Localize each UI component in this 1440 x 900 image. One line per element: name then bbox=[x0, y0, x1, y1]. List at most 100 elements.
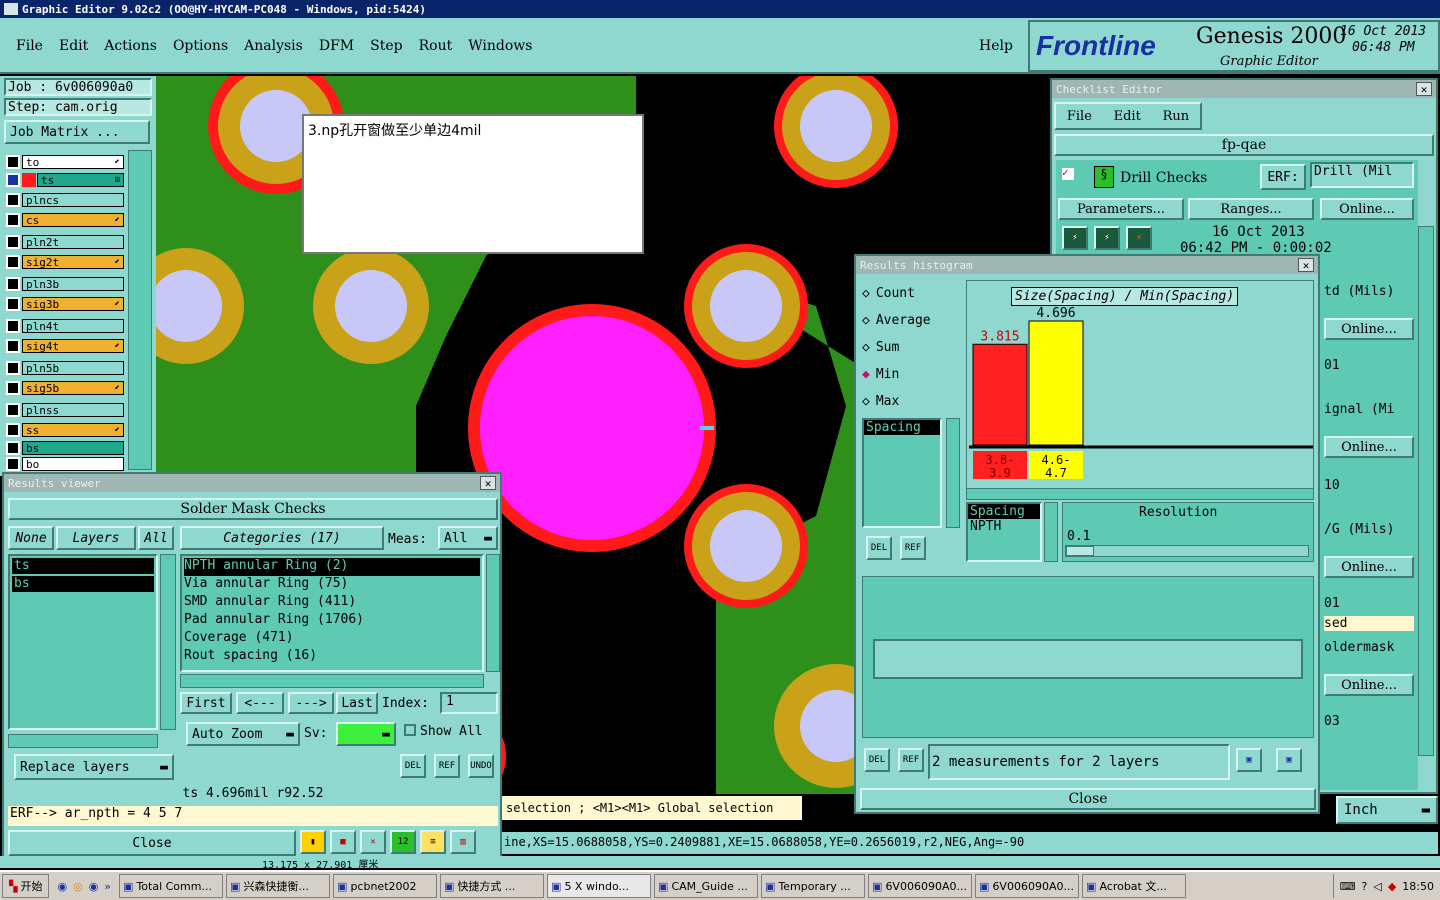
menu-rout[interactable]: Rout bbox=[419, 38, 453, 54]
left-scroll[interactable] bbox=[128, 150, 152, 470]
units-select[interactable]: Inch ▬ bbox=[1336, 796, 1438, 824]
histogram-close-button[interactable]: Close bbox=[860, 788, 1316, 810]
menu-windows[interactable]: Windows bbox=[468, 38, 532, 54]
del-icon[interactable]: DEL bbox=[400, 754, 426, 778]
layer-checkbox[interactable] bbox=[6, 319, 20, 333]
hist-del-icon[interactable]: DEL bbox=[866, 536, 892, 560]
online-button-5[interactable]: Online... bbox=[1324, 674, 1414, 696]
layer-checkbox[interactable] bbox=[6, 403, 20, 417]
taskbar-item[interactable]: ▣ 快捷方式 ... bbox=[440, 874, 545, 898]
replace-layers-select[interactable]: Replace layers ▬ bbox=[14, 754, 174, 780]
taskbar-item[interactable]: ▣ Total Comm... bbox=[119, 874, 224, 898]
layer-checkbox[interactable] bbox=[6, 155, 20, 169]
online-button[interactable]: Online... bbox=[1320, 198, 1414, 220]
layer-checkbox[interactable] bbox=[6, 173, 20, 187]
layer-row-ts[interactable]: ts ⊞ bbox=[6, 172, 124, 188]
tray-icon[interactable]: ◆ bbox=[1388, 880, 1396, 893]
online-button-4[interactable]: Online... bbox=[1324, 556, 1414, 578]
layer-row-to[interactable]: to ⬋ bbox=[6, 154, 124, 170]
hist-del-icon-2[interactable]: DEL bbox=[864, 748, 890, 772]
option-count[interactable]: ◇ Count bbox=[862, 280, 962, 307]
layer-row-cs[interactable]: cs ⬋ bbox=[6, 212, 124, 228]
category-list[interactable]: NPTH annular Ring (2) Via annular Ring (… bbox=[180, 554, 484, 672]
counter-icon[interactable]: 12 bbox=[390, 830, 416, 854]
layer-row-sig2t[interactable]: sig2t ⬋ bbox=[6, 254, 124, 270]
layer-checkbox[interactable] bbox=[6, 193, 20, 207]
hist-ref-icon[interactable]: REF bbox=[900, 536, 926, 560]
menu-actions[interactable]: Actions bbox=[104, 38, 157, 54]
index-input[interactable]: 1 bbox=[440, 692, 498, 714]
stop-icon[interactable]: ■ bbox=[330, 830, 356, 854]
layer-row-bo[interactable]: bo bbox=[6, 456, 124, 472]
more-icon[interactable]: » bbox=[104, 880, 111, 893]
first-button[interactable]: First bbox=[180, 692, 232, 714]
drill-check-checkbox[interactable]: ✓ bbox=[1062, 167, 1074, 180]
taskbar-item[interactable]: ▣ 6V006090A0... bbox=[975, 874, 1080, 898]
menu-edit[interactable]: Edit bbox=[59, 38, 88, 54]
cross-icon[interactable]: ✕ bbox=[360, 830, 386, 854]
layer-row-sig5b[interactable]: sig5b ⬋ bbox=[6, 380, 124, 396]
list-item[interactable]: bs bbox=[12, 576, 154, 592]
checklist-scrollbar[interactable] bbox=[1418, 226, 1434, 756]
results-viewer-close-icon[interactable]: ✕ bbox=[480, 476, 496, 490]
none-button[interactable]: None bbox=[8, 526, 54, 550]
taskbar-item[interactable]: ▣ CAM_Guide ... bbox=[654, 874, 759, 898]
ref-icon[interactable]: REF bbox=[434, 754, 460, 778]
layer-checkbox[interactable] bbox=[6, 235, 20, 249]
chart-hscroll[interactable] bbox=[966, 488, 1314, 500]
last-button[interactable]: Last bbox=[336, 692, 378, 714]
notes-icon[interactable]: ≡ bbox=[420, 830, 446, 854]
option-sum[interactable]: ◇ Sum bbox=[862, 334, 962, 361]
categories-button[interactable]: Categories (17) bbox=[180, 526, 384, 550]
layer-row-plnss[interactable]: plnss bbox=[6, 402, 124, 418]
layer-row-pln3b[interactable]: pln3b bbox=[6, 276, 124, 292]
run-step-icon[interactable]: ⚡ bbox=[1094, 226, 1120, 250]
category-item-smd[interactable]: SMD annular Ring (411) bbox=[184, 594, 480, 612]
hist-ref-icon-2[interactable]: REF bbox=[898, 748, 924, 772]
media-icon[interactable]: ◎ bbox=[73, 880, 83, 893]
import-icon[interactable]: ▣ bbox=[1276, 748, 1302, 772]
meas-select[interactable]: All ▬ bbox=[438, 526, 498, 550]
job-matrix-button[interactable]: Job Matrix ... bbox=[4, 120, 150, 144]
category-item-coverage[interactable]: Coverage (471) bbox=[184, 630, 480, 648]
parameters-button[interactable]: Parameters... bbox=[1058, 198, 1184, 220]
layer-checkbox[interactable] bbox=[6, 441, 20, 455]
next-button[interactable]: ---> bbox=[288, 692, 334, 714]
menu-analysis[interactable]: Analysis bbox=[244, 38, 303, 54]
layer-checkbox[interactable] bbox=[6, 339, 20, 353]
layer-checkbox[interactable] bbox=[6, 277, 20, 291]
ie-icon[interactable]: ◉ bbox=[89, 880, 99, 893]
layer-row-ss[interactable]: ss ⬋ bbox=[6, 422, 124, 438]
checklist-menu-edit[interactable]: Edit bbox=[1114, 109, 1141, 124]
volume-icon[interactable]: ◁ bbox=[1373, 880, 1381, 893]
taskbar-item[interactable]: ▣ Acrobat 文... bbox=[1082, 874, 1187, 898]
sv-color-select[interactable]: ▬ bbox=[336, 722, 396, 746]
layer-list-scrollbar[interactable] bbox=[160, 554, 176, 730]
layer-checkbox[interactable] bbox=[6, 297, 20, 311]
option-max[interactable]: ◇ Max bbox=[862, 388, 962, 415]
category-scrollbar[interactable] bbox=[486, 554, 500, 672]
category-item-pad[interactable]: Pad annular Ring (1706) bbox=[184, 612, 480, 630]
taskbar-item[interactable]: ▣ 5 X windo... bbox=[547, 874, 652, 898]
checklist-menu-file[interactable]: File bbox=[1067, 109, 1092, 124]
layer-row-sig4t[interactable]: sig4t ⬋ bbox=[6, 338, 124, 354]
run-stop-icon[interactable]: ⚡ bbox=[1126, 226, 1152, 250]
layer-results-list[interactable]: ts bs bbox=[8, 554, 158, 730]
results-close-button[interactable]: Close bbox=[8, 830, 296, 856]
histogram-bar[interactable] bbox=[972, 343, 1028, 446]
menu-step[interactable]: Step bbox=[370, 38, 402, 54]
show-all-checkbox[interactable] bbox=[404, 724, 416, 736]
menu-options[interactable]: Options bbox=[173, 38, 228, 54]
layer-checkbox[interactable] bbox=[6, 361, 20, 375]
category-item-npth[interactable]: NPTH annular Ring (2) bbox=[184, 558, 480, 576]
layer-checkbox[interactable] bbox=[6, 381, 20, 395]
layer-row-bs[interactable]: bs bbox=[6, 440, 124, 456]
category-hscroll[interactable] bbox=[180, 674, 484, 688]
checklist-menu-run[interactable]: Run bbox=[1163, 109, 1190, 124]
histogram-bar[interactable] bbox=[1028, 320, 1084, 446]
prev-button[interactable]: <--- bbox=[236, 692, 284, 714]
metric-scrollbar[interactable] bbox=[946, 418, 960, 528]
browser-icon[interactable]: ◉ bbox=[57, 880, 67, 893]
taskbar-item[interactable]: ▣ 6V006090A0... bbox=[868, 874, 973, 898]
taskbar-item[interactable]: ▣ pcbnet2002 bbox=[333, 874, 438, 898]
